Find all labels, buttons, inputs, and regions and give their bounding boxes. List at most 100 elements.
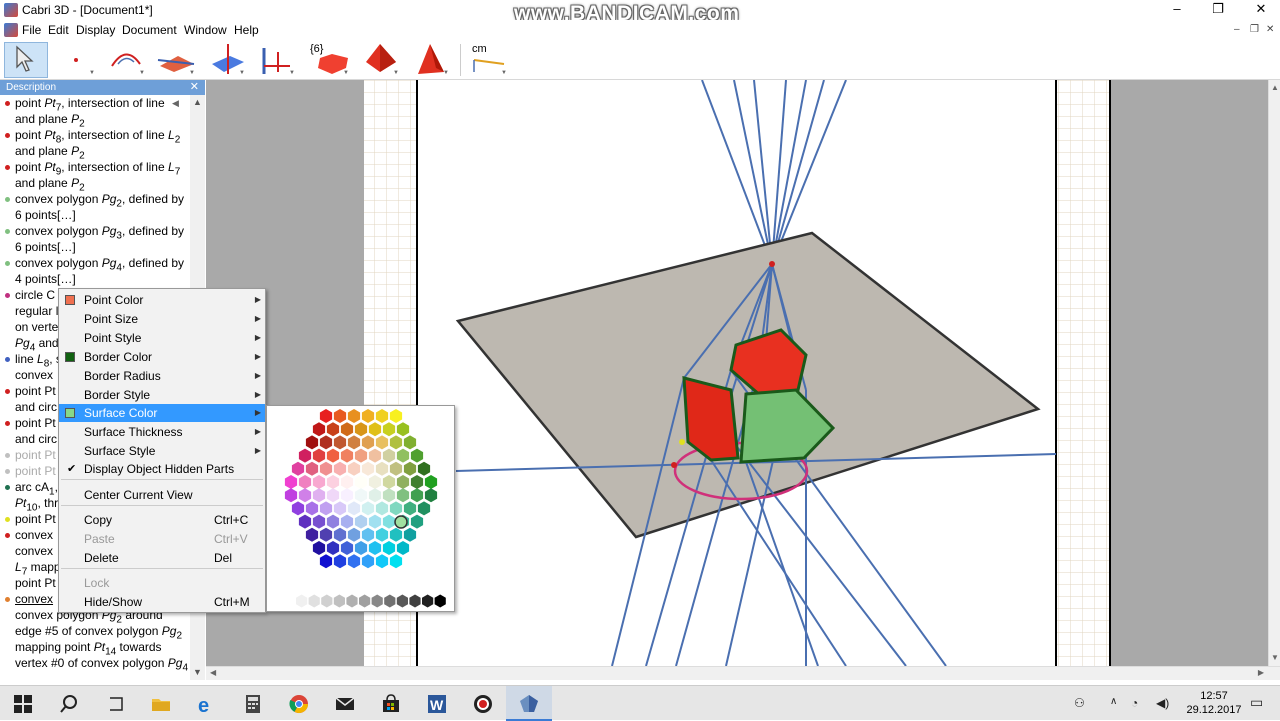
color-swatch[interactable] — [333, 527, 347, 542]
doc-restore-icon[interactable]: ❐ — [1250, 24, 1259, 35]
grey-swatch[interactable] — [296, 594, 308, 608]
menu-item-border-style[interactable]: Border Style ▶ — [59, 386, 265, 404]
color-swatch[interactable] — [389, 461, 403, 476]
file-explorer-button[interactable] — [138, 686, 184, 721]
start-button[interactable] — [0, 686, 46, 721]
menu-help[interactable]: Help — [234, 23, 259, 37]
color-swatch[interactable] — [410, 488, 424, 503]
grey-swatch[interactable] — [333, 594, 345, 608]
color-swatch[interactable] — [403, 435, 417, 450]
scroll-down-icon[interactable]: ▼ — [1271, 653, 1279, 662]
clock[interactable]: 12:57 29.12.2017 — [1186, 689, 1242, 717]
minimize-button[interactable]: – — [1154, 0, 1200, 20]
menu-item-copy[interactable]: Copy Ctrl+C — [59, 511, 265, 529]
chrome-button[interactable] — [276, 686, 322, 721]
color-swatch[interactable] — [403, 501, 417, 516]
close-button[interactable]: ✕ — [1238, 0, 1280, 20]
color-swatch[interactable] — [347, 409, 361, 423]
menu-item-paste[interactable]: Paste Ctrl+V — [59, 530, 265, 548]
color-swatch[interactable] — [368, 422, 382, 437]
description-item[interactable]: convex polygon Pg2, defined by — [0, 191, 190, 207]
description-item[interactable]: and plane P2 — [0, 175, 190, 191]
color-swatch[interactable] — [417, 501, 431, 516]
color-swatch[interactable] — [284, 475, 298, 489]
color-swatch[interactable] — [382, 541, 396, 555]
people-icon[interactable]: ⚇ — [1074, 696, 1085, 710]
menu-display[interactable]: Display — [76, 23, 115, 37]
cabri-button[interactable] — [506, 686, 552, 721]
line-tool[interactable]: ▼ — [154, 42, 198, 78]
color-swatch[interactable] — [396, 475, 410, 489]
color-swatch[interactable] — [368, 488, 382, 503]
scroll-up-icon[interactable]: ▲ — [1271, 83, 1279, 92]
color-swatch[interactable] — [319, 409, 333, 423]
color-swatch[interactable] — [410, 514, 424, 529]
word-button[interactable]: W — [414, 686, 460, 721]
grey-swatch[interactable] — [396, 594, 408, 608]
description-item[interactable]: 6 points[…] — [0, 239, 190, 255]
description-item[interactable]: edge #5 of convex polygon Pg2 — [0, 623, 190, 639]
menu-item-lock[interactable]: Lock — [59, 574, 265, 592]
menu-item-point-size[interactable]: Point Size ▶ — [59, 310, 265, 328]
color-swatch[interactable] — [375, 461, 389, 476]
color-swatch[interactable] — [319, 554, 333, 569]
color-swatch[interactable] — [354, 541, 368, 555]
point-tool[interactable]: ▼ — [54, 42, 98, 78]
color-swatch[interactable] — [284, 488, 298, 503]
doc-minimize-icon[interactable]: – — [1234, 24, 1240, 35]
polygon-tool[interactable]: {6} ▼ — [308, 42, 352, 78]
color-swatch[interactable] — [312, 514, 326, 529]
curve-tool[interactable]: ▼ — [104, 42, 148, 78]
task-view-button[interactable] — [92, 686, 138, 721]
color-swatch[interactable] — [319, 435, 333, 450]
description-item[interactable]: point Pt7, intersection of line — [0, 95, 190, 111]
color-swatch[interactable] — [319, 501, 333, 516]
color-swatch[interactable] — [312, 475, 326, 489]
grey-swatch[interactable] — [371, 594, 383, 608]
description-item[interactable]: vertex #0 of convex polygon Pg4 — [0, 655, 190, 671]
color-swatch[interactable] — [298, 448, 312, 463]
color-swatch[interactable] — [312, 488, 326, 503]
grey-swatch[interactable] — [409, 594, 421, 608]
color-swatch[interactable] — [305, 527, 319, 542]
panel-close-icon[interactable]: ✕ — [190, 80, 199, 95]
color-swatch-grid[interactable] — [267, 406, 456, 613]
color-swatch[interactable] — [298, 514, 312, 529]
polyhedron-tool[interactable]: ▼ — [408, 42, 452, 78]
color-swatch[interactable] — [368, 541, 382, 555]
notification-icon[interactable]: ▭ — [1250, 694, 1263, 711]
menu-window[interactable]: Window — [184, 23, 227, 37]
color-swatch[interactable] — [375, 527, 389, 542]
color-swatch[interactable] — [368, 448, 382, 463]
grey-swatch[interactable] — [434, 594, 446, 608]
vertical-scrollbar[interactable]: ▲ ▼ — [1268, 80, 1280, 666]
color-swatch[interactable] — [354, 488, 368, 503]
volume-icon[interactable]: ◀) — [1156, 696, 1169, 710]
color-swatch[interactable] — [340, 448, 354, 463]
color-swatch[interactable] — [389, 527, 403, 542]
color-swatch[interactable] — [312, 448, 326, 463]
menu-item-border-radius[interactable]: Border Radius ▶ — [59, 367, 265, 385]
document-icon[interactable] — [4, 23, 18, 37]
color-swatch[interactable] — [298, 488, 312, 503]
mail-button[interactable] — [322, 686, 368, 721]
color-swatch[interactable] — [396, 422, 410, 437]
color-swatch[interactable] — [354, 448, 368, 463]
description-item[interactable]: point Pt8, intersection of line L2 — [0, 127, 190, 143]
scroll-right-icon[interactable]: ▶ — [1258, 668, 1264, 677]
color-swatch[interactable] — [396, 488, 410, 503]
pyramid-tool[interactable]: ▼ — [358, 42, 402, 78]
scroll-down-icon[interactable]: ▼ — [193, 667, 202, 677]
scroll-left-icon[interactable]: ◀ — [210, 668, 216, 677]
grey-swatch[interactable] — [346, 594, 358, 608]
menu-item-point-style[interactable]: Point Style ▶ — [59, 329, 265, 347]
point-apex[interactable] — [769, 261, 775, 267]
color-swatch[interactable] — [375, 435, 389, 450]
point-yellow[interactable] — [679, 439, 685, 445]
color-swatch[interactable] — [389, 501, 403, 516]
color-swatch[interactable] — [403, 527, 417, 542]
description-item[interactable]: mapping point Pt14 towards — [0, 639, 190, 655]
color-swatch[interactable] — [326, 514, 340, 529]
menu-document[interactable]: Document — [122, 23, 177, 37]
grey-swatch[interactable] — [384, 594, 396, 608]
